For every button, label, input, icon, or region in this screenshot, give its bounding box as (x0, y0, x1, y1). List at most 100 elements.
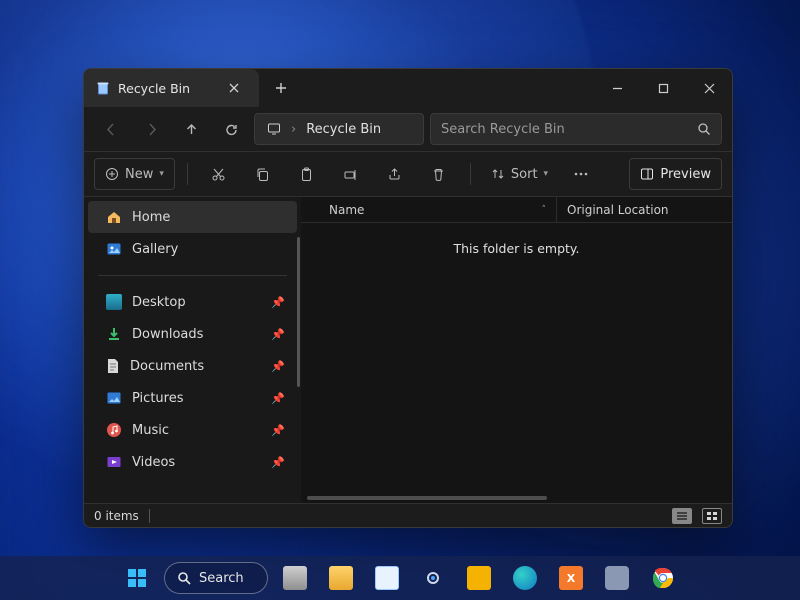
search-placeholder: Search Recycle Bin (441, 122, 697, 137)
preview-button[interactable]: Preview (629, 158, 722, 190)
thumbnails-view-icon (707, 512, 717, 520)
cut-button[interactable] (200, 158, 238, 190)
breadcrumb-location: Recycle Bin (306, 122, 381, 137)
column-label: Original Location (567, 203, 669, 217)
microphone-icon (605, 566, 629, 590)
recycle-bin-icon (375, 566, 399, 590)
share-icon (387, 167, 402, 182)
close-icon (704, 83, 715, 94)
up-button[interactable] (174, 113, 208, 145)
breadcrumb[interactable]: › Recycle Bin (254, 113, 424, 145)
rename-button[interactable] (332, 158, 370, 190)
taskbar-file-explorer[interactable] (322, 561, 360, 595)
search-input[interactable]: Search Recycle Bin (430, 113, 722, 145)
taskbar-settings[interactable] (414, 561, 452, 595)
horizontal-scrollbar-track[interactable] (301, 491, 732, 503)
new-tab-button[interactable] (259, 69, 303, 107)
file-explorer-window: Recycle Bin (83, 68, 733, 528)
taskbar-app-2[interactable] (598, 561, 636, 595)
thumbnails-view-toggle[interactable] (702, 508, 722, 524)
chevron-down-icon: ▾ (544, 169, 549, 179)
window-close-button[interactable] (686, 69, 732, 107)
address-bar: › Recycle Bin Search Recycle Bin (84, 107, 732, 151)
column-original-location[interactable]: Original Location (557, 197, 732, 222)
pin-icon[interactable]: 📌 (271, 360, 285, 373)
item-count: 0 items (94, 509, 139, 523)
taskbar: Search X (0, 556, 800, 600)
arrow-left-icon (104, 122, 119, 137)
tab-close-button[interactable] (223, 77, 245, 99)
plus-circle-icon (105, 167, 119, 181)
sidebar-item-videos[interactable]: Videos 📌 (88, 446, 297, 478)
taskbar-search[interactable]: Search (164, 562, 268, 594)
recycle-bin-icon (96, 81, 110, 95)
taskbar-edge[interactable] (506, 561, 544, 595)
sort-button[interactable]: Sort ▾ (483, 158, 556, 190)
sidebar-item-label: Videos (132, 455, 175, 470)
pin-icon[interactable]: 📌 (271, 328, 285, 341)
app-icon (467, 566, 491, 590)
windows-icon (127, 568, 147, 588)
horizontal-scrollbar-thumb[interactable] (307, 496, 547, 500)
minimize-button[interactable] (594, 69, 640, 107)
task-view-icon (283, 566, 307, 590)
details-view-toggle[interactable] (672, 508, 692, 524)
arrow-up-icon (184, 122, 199, 137)
taskbar-xampp[interactable]: X (552, 561, 590, 595)
monitor-icon (267, 122, 281, 136)
plus-icon (275, 82, 287, 94)
taskbar-recycle-bin[interactable] (368, 561, 406, 595)
tab-recycle-bin[interactable]: Recycle Bin (84, 69, 259, 107)
search-icon (177, 571, 191, 585)
sidebar-item-gallery[interactable]: Gallery (88, 233, 297, 265)
copy-button[interactable] (244, 158, 282, 190)
sidebar-item-downloads[interactable]: Downloads 📌 (88, 318, 297, 350)
content-area: Name ˄ Original Location This folder is … (301, 197, 732, 503)
sidebar-item-label: Home (132, 210, 170, 225)
taskbar-chrome[interactable] (644, 561, 682, 595)
sidebar-item-documents[interactable]: Documents 📌 (88, 350, 297, 382)
taskbar-search-label: Search (199, 571, 244, 586)
back-button[interactable] (94, 113, 128, 145)
pin-icon[interactable]: 📌 (271, 296, 285, 309)
status-bar: 0 items (84, 503, 732, 527)
maximize-button[interactable] (640, 69, 686, 107)
command-bar: New ▾ Sort ▾ (84, 151, 732, 197)
taskbar-app-1[interactable] (460, 561, 498, 595)
more-button[interactable] (562, 158, 600, 190)
sidebar-item-pictures[interactable]: Pictures 📌 (88, 382, 297, 414)
forward-button[interactable] (134, 113, 168, 145)
sidebar-item-home[interactable]: Home (88, 201, 297, 233)
preview-label: Preview (660, 167, 711, 182)
maximize-icon (658, 83, 669, 94)
sidebar-item-music[interactable]: Music 📌 (88, 414, 297, 446)
sort-ascending-icon: ˄ (542, 205, 547, 215)
trash-icon (431, 167, 446, 182)
new-label: New (125, 167, 153, 182)
new-button[interactable]: New ▾ (94, 158, 175, 190)
rename-icon (343, 167, 358, 182)
minimize-icon (612, 83, 623, 94)
paste-button[interactable] (288, 158, 326, 190)
copy-icon (255, 167, 270, 182)
documents-icon (106, 358, 120, 374)
gear-icon (421, 566, 445, 590)
share-button[interactable] (376, 158, 414, 190)
pin-icon[interactable]: 📌 (271, 424, 285, 437)
column-name[interactable]: Name ˄ (301, 197, 557, 222)
sidebar-item-label: Downloads (132, 327, 203, 342)
cut-icon (211, 167, 226, 182)
pin-icon[interactable]: 📌 (271, 392, 285, 405)
pin-icon[interactable]: 📌 (271, 456, 285, 469)
delete-button[interactable] (420, 158, 458, 190)
sidebar-item-label: Desktop (132, 295, 186, 310)
refresh-button[interactable] (214, 113, 248, 145)
task-view-button[interactable] (276, 561, 314, 595)
sidebar-item-desktop[interactable]: Desktop 📌 (88, 286, 297, 318)
pictures-icon (106, 390, 122, 406)
downloads-icon (106, 326, 122, 342)
chrome-icon (651, 566, 675, 590)
sidebar-scrollbar[interactable] (297, 237, 300, 387)
start-button[interactable] (118, 561, 156, 595)
sidebar-item-label: Pictures (132, 391, 183, 406)
